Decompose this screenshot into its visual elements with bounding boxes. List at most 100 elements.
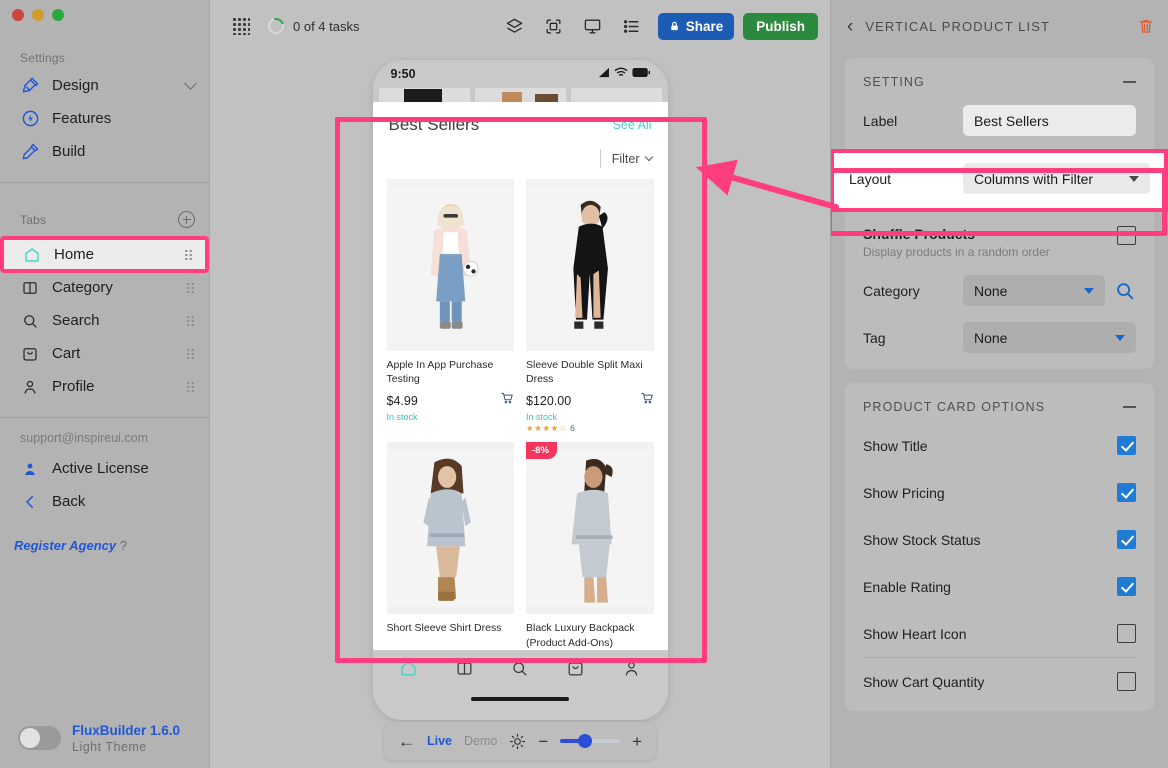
bottom-nav-search-icon[interactable] (510, 659, 529, 683)
minimize-window-button[interactable] (32, 9, 44, 21)
zoom-out-button[interactable]: − (538, 733, 548, 750)
option-row-show-pricing[interactable]: Show Pricing (845, 469, 1154, 516)
product-image (386, 179, 514, 351)
zoom-slider-knob[interactable] (578, 734, 593, 748)
option-row-show-cart-quantity[interactable]: Show Cart Quantity (845, 658, 1154, 705)
trash-icon[interactable] (1138, 17, 1154, 35)
bottom-nav-category-icon[interactable] (455, 659, 474, 683)
option-row-show-stock-status[interactable]: Show Stock Status (845, 516, 1154, 563)
drag-handle[interactable] (186, 314, 195, 327)
layout-dropdown-value: Columns with Filter (974, 170, 1094, 187)
see-all-link[interactable]: See All (613, 118, 652, 132)
live-mode-button[interactable]: Live (427, 734, 452, 748)
lock-icon (669, 20, 680, 32)
option-row-enable-rating[interactable]: Enable Rating (845, 563, 1154, 610)
apps-grid-icon[interactable] (232, 17, 250, 35)
bottom-nav-profile-icon[interactable] (622, 659, 641, 683)
plus-circle-icon[interactable] (178, 211, 195, 228)
person-icon (20, 377, 40, 397)
minus-icon[interactable] (1123, 406, 1136, 408)
chevron-left-icon (20, 492, 40, 512)
sidebar-item-label: Profile (52, 378, 95, 395)
drag-handle[interactable] (186, 281, 195, 294)
chevron-left-icon[interactable]: ‹ (847, 17, 853, 36)
shuffle-subtitle: Display products in a random order (863, 245, 1050, 259)
window-traffic-lights (0, 0, 209, 21)
register-agency-link[interactable]: Register Agency ? (0, 518, 209, 553)
option-row-show-heart-icon[interactable]: Show Heart Icon (845, 610, 1154, 657)
show-title-checkbox[interactable] (1117, 436, 1136, 455)
sidebar-item-search[interactable]: Search (0, 304, 209, 337)
product-card-options-header[interactable]: PRODUCT CARD OPTIONS (845, 383, 1154, 422)
bottom-nav-home-icon[interactable] (399, 659, 418, 683)
publish-button[interactable]: Publish (743, 12, 818, 40)
shuffle-title: Shuffle Products (863, 226, 976, 242)
drag-handle[interactable] (186, 347, 195, 360)
product-rating: ★★★★☆ 6 (526, 423, 654, 434)
bottom-nav-cart-icon[interactable] (566, 659, 585, 683)
theme-toggle[interactable] (18, 725, 61, 750)
product-card[interactable]: Sleeve Double Split Maxi Dress $120.00 I… (526, 179, 654, 434)
tag-dropdown[interactable]: None (963, 322, 1136, 353)
setting-section-header[interactable]: SETTING (845, 58, 1154, 89)
sidebar-item-label: Cart (52, 345, 81, 362)
product-card[interactable]: Short Sleeve Shirt Dress (386, 442, 514, 649)
sidebar-settings-label: Settings (20, 51, 65, 65)
desktop-monitor-icon[interactable] (580, 13, 606, 39)
layers-icon[interactable] (502, 13, 528, 39)
product-card[interactable]: -8% Black Luxury Backpack (Product Add-O… (526, 442, 654, 649)
option-label: Enable Rating (863, 578, 951, 595)
sidebar-item-active-license[interactable]: Active License (0, 452, 209, 485)
sidebar-item-profile[interactable]: Profile (0, 370, 209, 403)
share-button[interactable]: Share (657, 12, 735, 40)
register-agency-help-icon[interactable]: ? (120, 538, 127, 553)
option-label: Show Pricing (863, 484, 945, 501)
cart-add-icon[interactable] (640, 391, 654, 410)
show-heart-icon-checkbox[interactable] (1117, 624, 1136, 643)
rating-stars: ★★★★☆ (526, 423, 568, 434)
category-dropdown[interactable]: None (963, 275, 1105, 306)
chevron-down-icon (1084, 287, 1094, 294)
discount-badge: -8% (526, 442, 557, 460)
wifi-icon (614, 67, 628, 81)
product-title: Black Luxury Backpack (Product Add-Ons) (526, 622, 635, 649)
filter-row[interactable]: Filter (373, 135, 668, 168)
show-cart-quantity-checkbox[interactable] (1117, 672, 1136, 691)
zoom-in-button[interactable]: + (632, 733, 642, 750)
show-pricing-checkbox[interactable] (1117, 483, 1136, 502)
cart-add-icon[interactable] (500, 391, 514, 410)
shuffle-products-checkbox[interactable] (1117, 226, 1136, 245)
screenshot-frame-icon[interactable] (541, 13, 567, 39)
sidebar-item-features[interactable]: Features (0, 102, 209, 135)
close-window-button[interactable] (12, 9, 24, 21)
drag-handle[interactable] (184, 248, 193, 261)
arrow-left-icon[interactable]: ← (398, 733, 415, 750)
zoom-window-button[interactable] (52, 9, 64, 21)
sidebar-item-build[interactable]: Build (0, 135, 209, 168)
filter-separator (599, 149, 601, 168)
demo-mode-button[interactable]: Demo (464, 734, 497, 748)
search-icon[interactable] (1114, 280, 1136, 302)
sidebar-divider (0, 182, 209, 183)
sidebar-item-back[interactable]: Back (0, 485, 209, 518)
sidebar-item-cart[interactable]: Cart (0, 337, 209, 370)
option-row-show-title[interactable]: Show Title (845, 422, 1154, 469)
minus-icon[interactable] (1123, 81, 1136, 83)
show-stock-status-checkbox[interactable] (1117, 530, 1136, 549)
sidebar-item-home[interactable]: Home (0, 236, 209, 273)
product-image (526, 179, 654, 351)
product-price-row: $120.00 (526, 391, 654, 410)
sidebar-item-design[interactable]: Design (0, 69, 209, 102)
phone-banner-strip (372, 88, 668, 102)
list-icon[interactable] (619, 13, 645, 39)
enable-rating-checkbox[interactable] (1117, 577, 1136, 596)
chevron-down-icon (1129, 175, 1139, 182)
layout-dropdown[interactable]: Columns with Filter (963, 163, 1150, 194)
product-card[interactable]: Apple In App Purchase Testing $4.99 In s… (386, 179, 514, 434)
search-icon (20, 311, 40, 331)
zoom-slider[interactable] (560, 734, 621, 748)
brightness-icon[interactable] (509, 733, 526, 750)
label-input[interactable]: Best Sellers (963, 105, 1136, 136)
drag-handle[interactable] (186, 380, 195, 393)
sidebar-item-category[interactable]: Category (0, 271, 209, 304)
